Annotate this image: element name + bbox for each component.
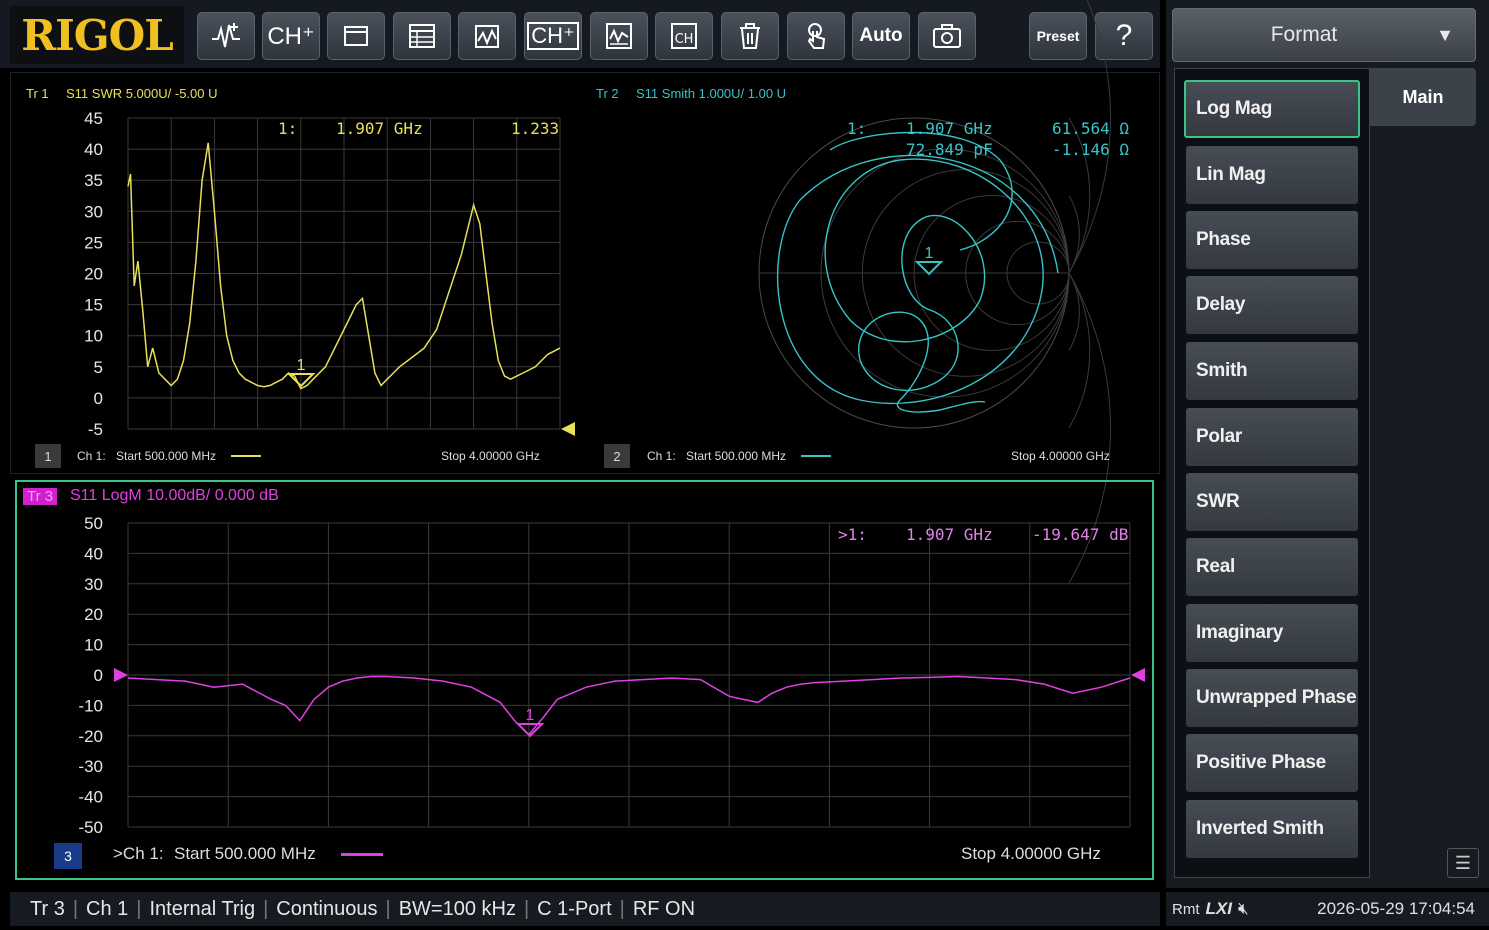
smith-reactance-arc [1068, 272, 1091, 429]
trace1-ytick: 40 [84, 140, 103, 159]
trace1-ytick: 30 [84, 202, 103, 221]
trace3-marker-freq: 1.907 GHz [906, 525, 993, 544]
remote-status: Rmt LXI 🔇︎ 2026-05-29 17:04:54 [1166, 892, 1489, 926]
trace3-marker-value: -19.647 dB [1032, 525, 1129, 544]
trace1-ytick: 45 [84, 109, 103, 128]
status-item[interactable]: Internal Trig [149, 898, 255, 921]
trace1-ref-arrow [561, 422, 575, 436]
trace1-legend-line [231, 455, 261, 457]
trace3-stop: Stop 4.00000 GHz [961, 844, 1101, 863]
trace2-tag[interactable]: Tr 2 [596, 86, 619, 101]
trace1-marker-freq: 1.907 GHz [336, 119, 423, 138]
trace1-ytick: 35 [84, 171, 103, 190]
status-item[interactable]: Tr 3 [30, 898, 65, 921]
status-separator: | [72, 897, 79, 920]
trace2-channel: Ch 1: [647, 449, 676, 463]
trace2-marker-label: 1 [925, 245, 934, 262]
trace3-legend-line [341, 853, 383, 856]
trace2-marker-value3: -1.146 Ω [1052, 140, 1130, 159]
trace3-header: S11 LogM 10.00dB/ 0.000 dB [70, 487, 279, 504]
status-item[interactable]: Ch 1 [86, 898, 128, 921]
status-separator: | [523, 897, 530, 920]
trace2-marker-value1: 61.564 Ω [1052, 119, 1130, 138]
trace1-marker-id: 1: [278, 119, 298, 138]
trace3-channel: >Ch 1: [113, 844, 164, 863]
trace1-marker-label: 1 [297, 357, 306, 374]
trace2-marker-id: 1: [847, 119, 867, 138]
status-separator: | [263, 897, 269, 920]
trace3-start: Start 500.000 MHz [174, 844, 316, 863]
trace2-start: Start 500.000 MHz [686, 449, 787, 463]
trace3-tag[interactable]: Tr 3 [23, 488, 58, 505]
trace1-ytick: 25 [84, 233, 103, 252]
trace2-series-line [776, 154, 1059, 413]
trace2-stop: Stop 4.00000 GHz [1011, 449, 1110, 463]
trace1-start: Start 500.000 MHz [116, 449, 217, 463]
trace1-ytick: 20 [84, 265, 103, 284]
status-bar: Tr 3 | Ch 1 | Internal Trig | Continuous | BW=10… [10, 892, 1160, 926]
channel-box-2[interactable]: 2 [604, 444, 630, 468]
trace2-marker-freq: 1.907 GHz [906, 119, 993, 138]
datetime: 2026-05-29 17:04:54 [1317, 899, 1475, 918]
trace3-marker-id: >1: [838, 525, 867, 544]
status-item[interactable]: C 1-Port [537, 898, 611, 921]
status-item[interactable]: BW=100 kHz [399, 898, 516, 921]
trace1-ytick: -5 [88, 420, 103, 439]
speaker-mute-icon[interactable]: 🔇︎ [1238, 899, 1249, 919]
trace2-header: S11 Smith 1.000U/ 1.00 U [636, 86, 787, 101]
trace1-stop: Stop 4.00000 GHz [441, 449, 540, 463]
remote-indicator: Rmt [1172, 900, 1200, 918]
trace1-ytick: 10 [84, 327, 103, 346]
status-separator: | [385, 897, 391, 920]
channel-box-1[interactable]: 1 [35, 444, 61, 468]
smith-reactance-arc [1068, 272, 1080, 351]
status-item[interactable]: RF ON [633, 898, 695, 921]
lxi-logo: LXI [1205, 899, 1232, 918]
trace2-legend-line [801, 455, 831, 457]
channel-box-3[interactable]: 3 [54, 843, 82, 869]
trace1-ytick: 15 [84, 296, 103, 315]
status-separator: | [619, 897, 625, 920]
trace1-ytick: 0 [94, 389, 103, 408]
trace2-marker-value2: 72.849 pF [906, 140, 993, 159]
trace1-channel: Ch 1: [77, 449, 106, 463]
trace2-marker-triangle [914, 261, 944, 276]
smith-reactance-arc [1068, 195, 1080, 274]
trace1-ytick: 5 [94, 358, 103, 377]
status-separator: | [136, 897, 142, 920]
trace1-marker-value: 1.233 [511, 119, 560, 138]
status-item[interactable]: Continuous [276, 898, 377, 921]
